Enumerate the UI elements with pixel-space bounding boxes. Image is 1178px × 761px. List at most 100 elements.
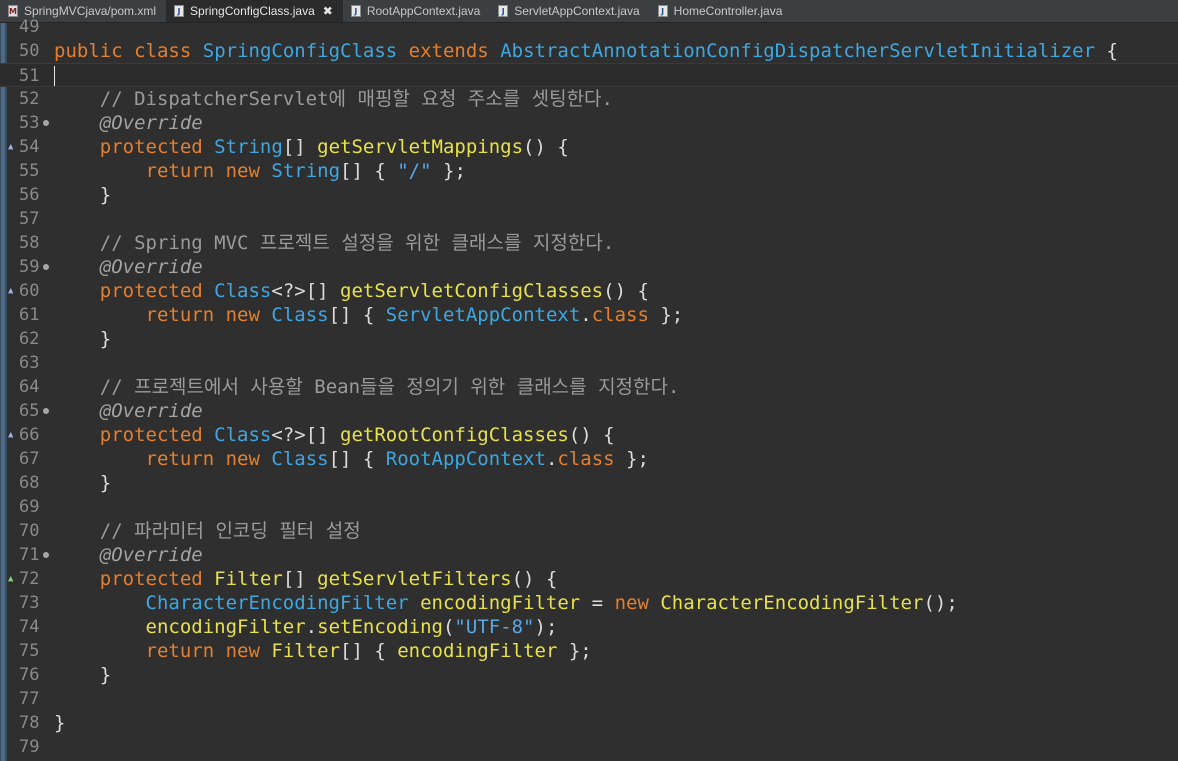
code-line[interactable]: 65 @Override [0,399,1178,423]
code-token: extends [408,40,489,62]
code-text: // Spring MVC 프로젝트 설정을 위한 클래스를 지정한다. [54,231,615,255]
code-token: return [145,160,215,182]
code-token: Class [271,304,329,326]
code-token: ( [442,616,455,638]
code-line[interactable]: 55 return new String[] { "/" }; [0,159,1178,183]
code-line[interactable]: 78} [0,711,1178,735]
code-text: protected String[] getServletMappings() … [54,135,569,159]
text-caret [54,66,55,86]
fold-toggle-icon[interactable] [43,408,49,414]
line-number: 57 [19,209,40,229]
code-token: return [145,640,215,662]
code-line[interactable]: ▲ 60 protected Class<?>[] getServletConfi… [0,279,1178,303]
code-line[interactable]: ▲ 72 protected Filter[] getServletFilters… [0,567,1178,591]
code-line[interactable]: 73 CharacterEncodingFilter encodingFilte… [0,591,1178,615]
code-line[interactable]: 79 [0,735,1178,759]
code-text: CharacterEncodingFilter encodingFilter =… [54,591,958,615]
override-marker-icon[interactable]: ▲ [8,429,13,441]
code-token: [] { [340,160,398,182]
code-line[interactable]: 64 // 프로젝트에서 사용할 Bean들을 정의기 위한 클래스를 지정한다… [0,375,1178,399]
code-line[interactable]: 69 [0,495,1178,519]
code-line[interactable]: 68 } [0,471,1178,495]
line-number: 69 [19,497,40,517]
code-token: new [225,640,260,662]
code-token: [] [282,568,318,590]
code-token: "UTF-8" [454,616,535,638]
code-text: protected Class<?>[] getServletConfigCla… [54,279,649,303]
override-marker-icon[interactable]: ▲ [8,285,13,297]
code-token: [] { [340,640,398,662]
code-editor[interactable]: 49 50 public class SpringConfigClass exten… [0,17,1178,761]
line-number: 64 [19,377,40,397]
code-line[interactable]: 75 return new Filter[] { encodingFilter … [0,639,1178,663]
code-token: Class [214,424,272,446]
code-token: RootAppContext [385,448,546,470]
code-token: }; [557,640,592,662]
code-line[interactable]: 71 @Override [0,543,1178,567]
code-token: [] { [328,448,386,470]
code-text: @Override [54,255,203,279]
code-line[interactable]: ▲ 54 protected String[] getServletMapping… [0,135,1178,159]
fold-toggle-icon[interactable] [43,552,49,558]
line-number: 75 [19,641,40,661]
code-line[interactable]: 61 return new Class[] { ServletAppContex… [0,303,1178,327]
code-token: } [54,184,112,206]
code-line[interactable]: ▲ 66 protected Class<?>[] getRootConfigCl… [0,423,1178,447]
code-line[interactable]: 63 [0,351,1178,375]
code-token: () { [568,424,615,446]
code-token: } [54,664,112,686]
code-token: // DispatcherServlet에 매핑할 요청 주소를 셋팅한다. [99,88,613,110]
code-line[interactable]: 56 } [0,183,1178,207]
code-line[interactable]: 70 // 파라미터 인코딩 필터 설정 [0,519,1178,543]
line-number: 62 [19,329,40,349]
code-token: }; [648,304,684,326]
code-token: CharacterEncodingFilter [145,592,409,614]
implements-marker-icon[interactable]: ▲ [8,573,13,585]
code-token: getServletConfigClasses [340,280,604,302]
code-text: } [54,711,65,735]
line-number: 66 [19,425,40,445]
code-token: encodingFilter [145,616,306,638]
fold-toggle-icon[interactable] [43,120,49,126]
code-line[interactable]: 52 // DispatcherServlet에 매핑할 요청 주소를 셋팅한다… [0,87,1178,111]
code-line[interactable]: 76 } [0,663,1178,687]
code-text: protected Filter[] getServletFilters() { [54,567,558,591]
code-token: }; [614,448,649,470]
code-line[interactable]: 77 [0,687,1178,711]
line-number: 68 [19,473,40,493]
code-line[interactable]: 58 // Spring MVC 프로젝트 설정을 위한 클래스를 지정한다. [0,231,1178,255]
code-token: } [54,328,112,350]
code-token: String [271,160,341,182]
code-token: . [580,304,592,326]
code-line[interactable]: 49 [0,15,1178,39]
code-token: public [54,40,123,62]
code-line[interactable]: 59 @Override [0,255,1178,279]
code-token: // 프로젝트에서 사용할 Bean들을 정의기 위한 클래스를 지정한다. [99,376,680,398]
code-line[interactable]: 53 @Override [0,111,1178,135]
code-line[interactable]: 51 [0,63,1178,87]
override-marker-icon[interactable]: ▲ [8,141,13,153]
code-line[interactable]: 62 } [0,327,1178,351]
code-line[interactable]: 67 return new Class[] { RootAppContext.c… [0,447,1178,471]
code-line[interactable]: 74 encodingFilter.setEncoding("UTF-8"); [0,615,1178,639]
code-line[interactable]: 50 public class SpringConfigClass extends… [0,39,1178,63]
code-line[interactable]: 57 [0,207,1178,231]
code-token: ); [534,616,558,638]
code-token: getServletMappings [317,136,524,158]
line-number: 79 [19,737,40,757]
fold-toggle-icon[interactable] [43,264,49,270]
